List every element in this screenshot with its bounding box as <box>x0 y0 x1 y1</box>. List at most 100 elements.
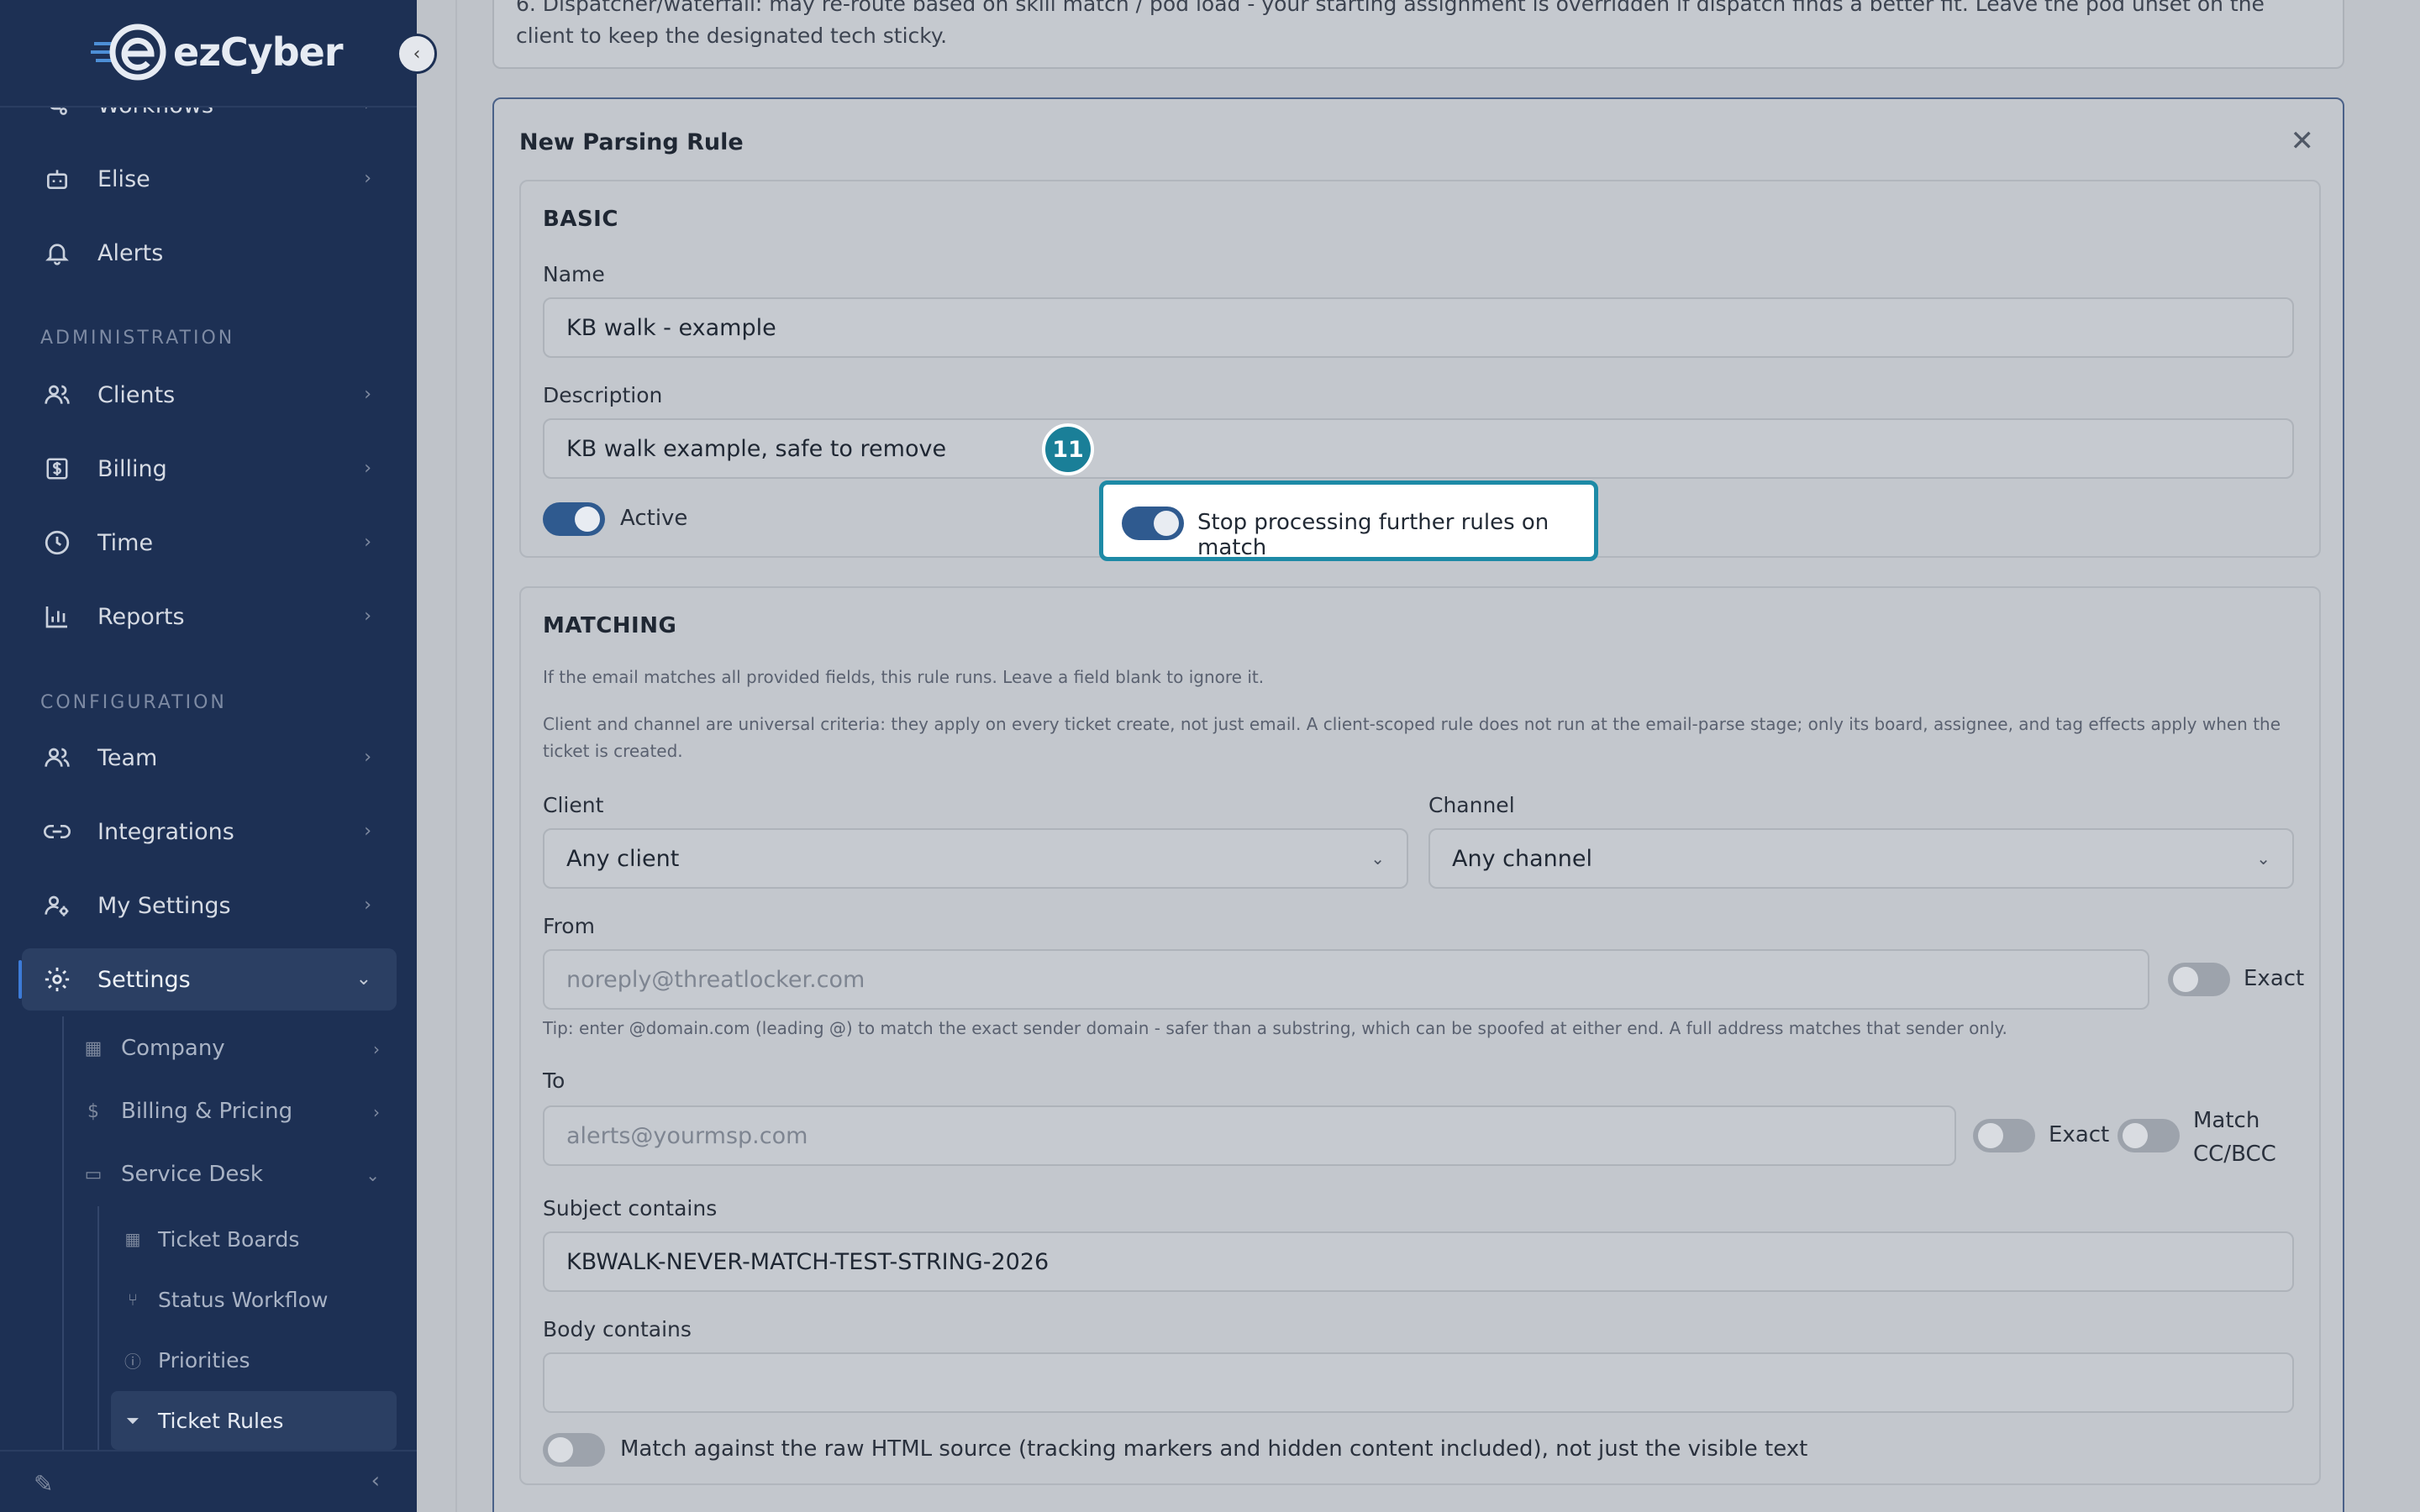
sidebar-item-time[interactable]: Time › <box>22 512 397 574</box>
sidebar-item-label: Team <box>97 744 158 771</box>
sidebar-footer: ✎ ‹ <box>0 1450 417 1512</box>
chevron-down-icon: ⌄ <box>366 1165 380 1185</box>
section-label-administration: ADMINISTRATION <box>40 328 235 349</box>
pencil-icon[interactable]: ✎ <box>34 1470 53 1498</box>
sidebar-item-elise[interactable]: Elise › <box>22 148 397 210</box>
info-card-text: 6. Dispatcher/waterfall: may re-route ba… <box>516 0 2265 48</box>
sidebar-item-label: Time <box>97 529 154 556</box>
matching-section: MATCHING If the email matches all provid… <box>519 586 2321 1485</box>
users-icon <box>39 376 76 413</box>
from-exact-label: Exact <box>2244 966 2305 991</box>
to-exact-toggle[interactable] <box>1973 1119 2035 1152</box>
tour-highlight-stop-processing[interactable]: Stop processing further rules on match <box>1099 480 1598 561</box>
description-label: Description <box>543 383 663 407</box>
to-label: To <box>543 1068 566 1093</box>
match-cc-bcc-toggle[interactable] <box>2118 1119 2180 1152</box>
from-label: From <box>543 914 595 938</box>
channel-label: Channel <box>1428 793 1515 817</box>
to-input[interactable]: alerts@yourmsp.com <box>543 1105 1956 1166</box>
sidebar-item-label: Billing <box>97 455 167 482</box>
alert-circle-icon: ⓘ <box>124 1351 141 1372</box>
section-label-configuration: CONFIGURATION <box>40 692 227 713</box>
body-label: Body contains <box>543 1317 692 1341</box>
sidebar-item-reports[interactable]: Reports › <box>22 585 397 648</box>
sidebar-subitem-ticket-boards[interactable]: ▦ Ticket Boards <box>111 1210 397 1268</box>
sidebar-subitem-company[interactable]: ▦ Company › <box>81 1019 397 1078</box>
chevron-left-icon: ‹ <box>413 43 421 65</box>
tour-step-badge: 11 <box>1042 423 1094 475</box>
raw-html-label: Match against the raw HTML source (track… <box>620 1436 1808 1462</box>
tree-line <box>97 1206 99 1450</box>
close-icon[interactable]: ✕ <box>2291 124 2315 158</box>
chevron-left-icon[interactable]: ‹ <box>371 1468 380 1494</box>
workflow-icon: ⑂ <box>128 1289 138 1310</box>
sidebar-subitem-ticket-rules[interactable]: ⏷ Ticket Rules <box>111 1391 397 1450</box>
sidebar-item-label: Clients <box>97 381 176 408</box>
gear-icon <box>39 961 76 998</box>
channel-select[interactable]: Any channel ⌄ <box>1428 828 2294 889</box>
sidebar-item-settings[interactable]: Settings ⌄ <box>18 948 397 1011</box>
clock-icon <box>39 524 76 561</box>
sidebar-item-integrations[interactable]: Integrations › <box>22 801 397 863</box>
active-toggle[interactable] <box>543 502 605 536</box>
from-tip: Tip: enter @domain.com (leading @) to ma… <box>543 1018 2007 1038</box>
sidebar-item-my-settings[interactable]: My Settings › <box>22 874 397 937</box>
chevron-right-icon: › <box>364 532 371 553</box>
building-icon: ▦ <box>84 1037 103 1059</box>
main-content: 6. Dispatcher/waterfall: may re-route ba… <box>417 0 2420 1512</box>
brand-name: ezCyber <box>173 29 344 75</box>
info-card: 6. Dispatcher/waterfall: may re-route ba… <box>492 0 2344 69</box>
sidebar-subitem-billing-pricing[interactable]: $ Billing & Pricing › <box>81 1082 397 1141</box>
user-gear-icon <box>39 887 76 924</box>
subject-label: Subject contains <box>543 1196 718 1221</box>
client-label: Client <box>543 793 604 817</box>
logo-bar: ezCyber <box>0 0 417 108</box>
sidebar-item-label: Alerts <box>97 239 164 266</box>
tree-line <box>62 1016 64 1450</box>
sidebar-item-alerts[interactable]: Alerts <box>22 222 397 284</box>
chevron-right-icon: › <box>364 168 371 189</box>
stop-processing-toggle[interactable] <box>1122 507 1184 540</box>
chevron-down-icon: ⌄ <box>355 969 371 990</box>
stop-processing-label: Stop processing further rules on match <box>1197 510 1549 560</box>
sidebar-subitem-status-workflow[interactable]: ⑂ Status Workflow <box>111 1270 397 1329</box>
description-input[interactable]: KB walk example, safe to remove <box>543 418 2294 479</box>
chevron-right-icon: › <box>364 384 371 405</box>
bar-chart-icon <box>39 598 76 635</box>
divider <box>455 0 457 1512</box>
sidebar-subitem-label: Status Workflow <box>158 1287 329 1312</box>
matching-help-1: If the email matches all provided fields… <box>543 667 1265 687</box>
chevron-right-icon: › <box>373 1102 380 1122</box>
chevron-right-icon: › <box>364 895 371 916</box>
sidebar-subitem-label: Service Desk <box>121 1162 263 1187</box>
from-exact-toggle[interactable] <box>2168 963 2230 996</box>
sidebar-subitem-label: Company <box>121 1036 225 1061</box>
sidebar-subitem-label: Ticket Boards <box>158 1226 300 1252</box>
client-select[interactable]: Any client ⌄ <box>543 828 1408 889</box>
sidebar-item-billing[interactable]: Billing › <box>22 438 397 500</box>
match-cc-bcc-label: Match CC/BCC <box>2193 1104 2276 1171</box>
active-label: Active <box>620 506 688 531</box>
sidebar-item-label: Reports <box>97 603 185 630</box>
basic-section-title: BASIC <box>543 207 618 232</box>
name-label: Name <box>543 262 605 286</box>
subject-input[interactable]: KBWALK-NEVER-MATCH-TEST-STRING-2026 <box>543 1231 2294 1292</box>
collapse-sidebar-button[interactable]: ‹ <box>397 34 437 74</box>
new-parsing-rule-card: New Parsing Rule ✕ BASIC Name KB walk - … <box>492 97 2344 1512</box>
name-input[interactable]: KB walk - example <box>543 297 2294 358</box>
from-input[interactable]: noreply@threatlocker.com <box>543 949 2149 1010</box>
sidebar-item-label: My Settings <box>97 892 231 919</box>
raw-html-toggle[interactable] <box>543 1433 605 1467</box>
sidebar-item-clients[interactable]: Clients › <box>22 364 397 426</box>
chevron-right-icon: › <box>364 747 371 768</box>
brand-logo: ezCyber <box>91 22 344 82</box>
chevron-down-icon: ⌄ <box>1370 848 1385 869</box>
filter-icon: ⏷ <box>126 1410 139 1431</box>
sidebar-subitem-priorities[interactable]: ⓘ Priorities <box>111 1331 397 1389</box>
chevron-right-icon: › <box>373 1039 380 1059</box>
sidebar-subitem-label: Billing & Pricing <box>121 1099 293 1124</box>
sidebar-item-team[interactable]: Team › <box>22 727 397 789</box>
sidebar-subitem-service-desk[interactable]: ▭ Service Desk ⌄ <box>81 1145 397 1204</box>
matching-help-2: Client and channel are universal criteri… <box>543 714 2281 761</box>
body-input[interactable] <box>543 1352 2294 1413</box>
